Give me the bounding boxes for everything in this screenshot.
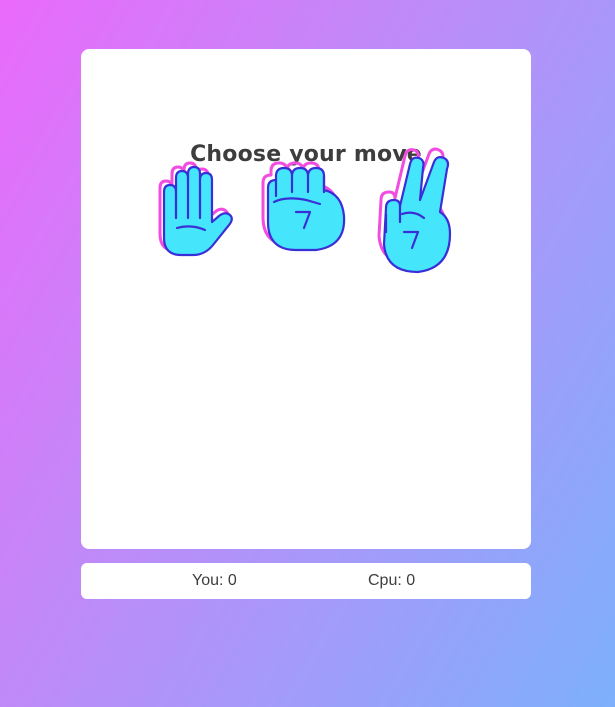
- player-score-label: You:: [192, 572, 224, 589]
- open-hand-icon: [158, 161, 233, 257]
- cpu-score-label: Cpu:: [368, 572, 402, 589]
- move-options: [81, 49, 531, 549]
- scissors-button[interactable]: [369, 146, 459, 278]
- player-score-value: 0: [227, 572, 237, 589]
- scoreboard: You: 0 Cpu: 0: [81, 563, 531, 599]
- cpu-score: Cpu: 0: [368, 572, 415, 590]
- fist-icon: [261, 161, 346, 252]
- cpu-score-value: 0: [406, 572, 416, 589]
- player-score: You: 0: [192, 572, 237, 590]
- game-card: Choose your move: [81, 49, 531, 549]
- paper-button[interactable]: [157, 161, 245, 272]
- victory-hand-icon: [377, 147, 452, 274]
- rock-button[interactable]: [261, 161, 351, 261]
